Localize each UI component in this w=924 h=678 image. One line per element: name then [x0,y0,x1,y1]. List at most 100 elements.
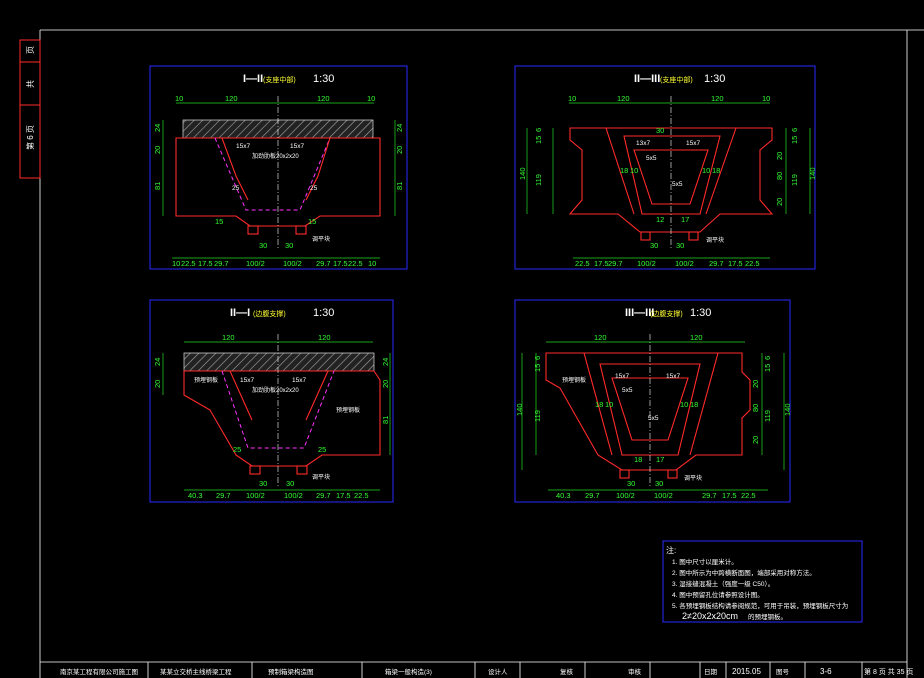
s2-right-dim-7: 20 [775,198,784,206]
title-cell-date: 2015.05 [732,667,761,676]
s1-bottom-dim-5: 100/2 [246,259,265,268]
section-2-scale: 1:30 [704,73,725,85]
s3-right-dim-1: 24 [381,358,390,366]
s4-bottom-dim-4: 100/2 [654,491,673,500]
note-item-1: 1. 图中尺寸以厘米计。 [672,557,738,566]
side-tab-page-label: 第 6 页 [25,125,35,150]
s2-label-5: 5x5 [672,181,683,188]
section-4-view: III—III (边腹支撑) 1:30 120 120 15x7 15x7 5x… [514,299,792,503]
s3-top-dim-2: 120 [318,333,331,342]
s1-top-dim-1: 10 [175,94,183,103]
s2-bottom-dim-6: 29.7 [709,259,724,268]
s3-label-7: 30 [286,479,294,488]
title-cell-designer: 设计人 [488,667,508,676]
s2-label-8: 10 [702,166,710,175]
section-3-note: (边腹支撑) [253,309,286,318]
section-4-frame [514,299,791,503]
s4-label-2: 15x7 [666,373,680,380]
title-cell-drawing-no-label: 图号 [776,668,790,676]
s4-label-6: 10 [605,400,613,409]
s4-label-11: 30 [627,479,635,488]
s2-right-dim-2: 15 [790,136,799,144]
section-1-view: I—II (支座中部) 1:30 10 120 120 10 15x7 15x7… [149,65,408,270]
s2-left-dim-4: 119 [534,174,543,186]
s1-right-dim-2: 20 [395,146,404,154]
s4-bottom-dim-2: 29.7 [585,491,600,500]
s4-bottom-dim-1: 40.3 [556,491,571,500]
section-2-title: II—III [634,73,660,85]
s4-left-dim-4: 119 [533,410,542,422]
s4-bottom-dim-7: 22.5 [741,491,756,500]
section-4-note: (边腹支撑) [650,309,683,318]
s4-label-5: 18 [595,400,603,409]
s2-label-11: 17 [681,215,689,224]
s3-label-10: 预埋钢板 [336,406,360,414]
notes-header: 注: [666,545,676,555]
section-3-scale: 1:30 [313,307,334,319]
s2-left-dim-3: 140 [518,167,527,180]
title-cell-project: 某某立交桥主线桥梁工程 [160,667,232,676]
side-tab: 第 6 页 共 页 [19,39,41,179]
s3-girder-outline [183,370,381,467]
s3-left-dim-2: 20 [153,380,162,388]
s2-label-3: 30 [656,126,664,135]
s2-bottom-dim-1: 22.5 [575,259,590,268]
s1-bottom-dim-10: 10 [368,259,376,268]
s2-top-dim-2: 120 [617,94,630,103]
s1-label-1: 15x7 [236,143,250,150]
s4-bottom-dim-5: 29.7 [702,491,717,500]
s3-label-5: 25 [318,445,326,454]
s2-label-10: 12 [656,215,664,224]
s1-inner-void [214,137,331,211]
s2-label-12: 30 [650,241,658,250]
s3-label-1: 15x7 [240,377,254,384]
s2-left-dim-1: 6 [534,128,543,132]
s1-left-dim-1: 24 [153,124,162,132]
s3-bottom-dim-6: 17.5 [336,491,351,500]
s2-right-dim-1: 6 [790,128,799,132]
s1-label-6: 15 [215,217,223,226]
s1-bottom-dim-1: 10 [172,259,180,268]
s2-right-dim-4: 119 [790,174,799,186]
s3-bottom-dim-2: 29.7 [216,491,231,500]
s1-top-dim-2: 120 [225,94,238,103]
s1-label-2: 15x7 [290,143,304,150]
s2-bottom-dim-4: 100/2 [637,259,656,268]
s3-bottom-dim-7: 22.5 [354,491,369,500]
notes-box: 注: 1. 图中尺寸以厘米计。 2. 图中所示为中跨横断面图，端部采用对称方法。… [662,540,863,623]
s4-right-dim-6: 80 [751,404,760,412]
section-2-view: II—III (支座中部) 1:30 10 120 120 10 13x7 15… [514,65,817,270]
s3-label-4: 25 [233,445,241,454]
s4-label-3: 5x5 [622,387,633,394]
section-3-title: II—I [230,307,250,319]
s2-inner-void [623,135,721,215]
s3-bottom-dim-5: 29.7 [316,491,331,500]
s4-label-1: 15x7 [615,373,629,380]
s2-label-7: 10 [630,166,638,175]
s3-label-6: 30 [259,479,267,488]
side-tab-total-label: 共 [26,80,35,88]
s3-bottom-dim-1: 40.3 [188,491,203,500]
s3-label-3: 加劲肋板20x2x20 [252,386,299,394]
section-2-note: (支座中部) [660,75,693,84]
title-cell-company: 南京某工程有限公司施工图 [60,667,138,676]
s1-bottom-dim-6: 100/2 [283,259,302,268]
note-item-4: 4. 图中预留孔位请参照设计图。 [672,590,764,599]
note-item-6: 2≠20x2x20cm [682,611,738,621]
title-cell-reviewer: 审核 [628,667,642,676]
s4-bottom-dim-3: 100/2 [616,491,635,500]
s3-right-dim-2: 20 [381,380,390,388]
s1-label-5: 25 [310,185,318,192]
s4-label-7: 10 [680,400,688,409]
s1-right-dim-1: 24 [395,124,404,132]
s2-bottom-dim-2: 17.5 [594,259,609,268]
s2-bottom-dim-5: 100/2 [675,259,694,268]
s1-label-7: 15 [308,217,316,226]
s4-label-12: 30 [655,479,663,488]
s2-bottom-dim-8: 22.5 [745,259,760,268]
section-4-scale: 1:30 [690,307,711,319]
s1-label-10: 调平块 [312,235,330,243]
title-cell-drawing-no: 3-6 [820,667,832,676]
s4-right-dim-1: 6 [763,356,772,360]
s2-left-dim-2: 15 [534,136,543,144]
